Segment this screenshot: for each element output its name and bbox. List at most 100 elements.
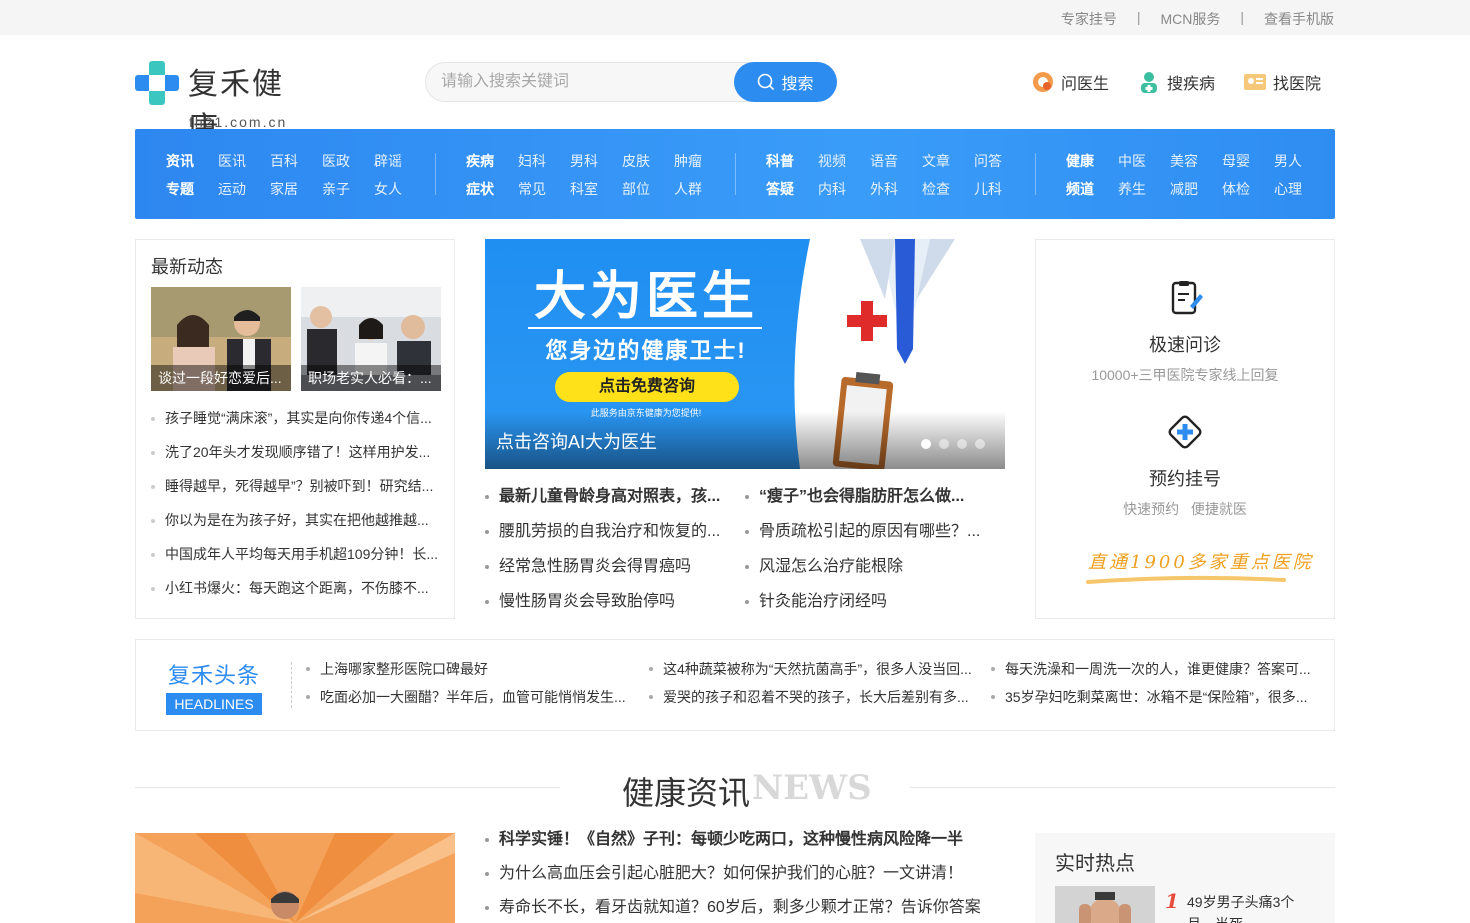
featured-col-left: 最新儿童骨龄身高对照表，孩... 腰肌劳损的自我治疗和恢复的... 经常急性肠胃…: [485, 484, 735, 624]
logo-cross-icon: [135, 61, 179, 105]
category-nav: 资讯 医讯 百科 医政 辟谣 专题 运动 家居 亲子 女人 疾病 妇科 男科 皮…: [135, 129, 1335, 219]
list-item[interactable]: 你以为是在为孩子好，其实在把他越推越...: [151, 510, 443, 544]
list-item[interactable]: 吃面必加一大圈醋？半年后，血管可能悄悄发生...: [306, 683, 632, 711]
list-item[interactable]: 骨质疏松引起的原因有哪些？...: [745, 519, 995, 554]
nav-item[interactable]: 资讯: [166, 151, 218, 171]
nav-row: 科普 视频 语音 文章 问答: [766, 147, 1026, 175]
nav-item[interactable]: 医讯: [218, 151, 270, 171]
nav-item[interactable]: 心理: [1274, 179, 1326, 199]
hot-item-text[interactable]: 49岁男子头痛3个月，当死...: [1187, 891, 1307, 923]
quick-find-hospital[interactable]: 找医院: [1243, 70, 1321, 94]
nav-item[interactable]: 百科: [270, 151, 322, 171]
list-item[interactable]: 孩子睡觉“满床滚”，其实是向你传递4个信...: [151, 408, 443, 442]
news-feature-image[interactable]: [135, 833, 455, 923]
nav-item[interactable]: 科普: [766, 151, 818, 171]
service-fast-consult[interactable]: 极速问诊 10000+三甲医院专家线上回复: [1036, 278, 1334, 385]
nav-item[interactable]: 减肥: [1170, 179, 1222, 199]
promo-banner[interactable]: 大为医生 您身边的健康卫士! 点击免费咨询 此服务由京东健康为您提供! 点击咨询…: [485, 239, 1005, 469]
nav-item[interactable]: 皮肤: [622, 151, 674, 171]
nav-item[interactable]: 中医: [1118, 151, 1170, 171]
list-item[interactable]: 每天洗澡和一周洗一次的人，谁更健康？答案可...: [991, 655, 1317, 683]
list-item[interactable]: 科学实锤！《自然》子刊：每顿少吃两口，这种慢性病风险降一半: [485, 826, 1005, 860]
banner-caption-text: 点击咨询AI大为医生: [496, 432, 658, 452]
nav-item[interactable]: 外科: [870, 179, 922, 199]
banner-rule: [528, 327, 762, 329]
list-item[interactable]: 35岁孕妇吃剩菜离世：冰箱不是“保险箱”，很多...: [991, 683, 1317, 711]
nav-item[interactable]: 部位: [622, 179, 674, 199]
list-item[interactable]: 最新儿童骨龄身高对照表，孩...: [485, 484, 735, 519]
nav-item[interactable]: 男人: [1274, 151, 1326, 171]
nav-item[interactable]: 男科: [570, 151, 622, 171]
top-separator: |: [1136, 9, 1141, 25]
nav-item[interactable]: 内科: [818, 179, 870, 199]
carousel-dot[interactable]: [957, 439, 967, 449]
search-button[interactable]: 搜索: [734, 62, 837, 102]
nav-item[interactable]: 美容: [1170, 151, 1222, 171]
nav-item[interactable]: 母婴: [1222, 151, 1274, 171]
nav-item[interactable]: 运动: [218, 179, 270, 199]
nav-item[interactable]: 医政: [322, 151, 374, 171]
quick-ask-doctor[interactable]: 问医生: [1031, 70, 1109, 94]
nav-item[interactable]: 妇科: [518, 151, 570, 171]
nav-item[interactable]: 家居: [270, 179, 322, 199]
latest-title: 最新动态: [151, 257, 223, 277]
nav-item[interactable]: 疾病: [466, 151, 518, 171]
latest-thumb[interactable]: 职场老实人必看：...: [301, 287, 441, 391]
list-item[interactable]: 爱哭的孩子和忍着不哭的孩子，长大后差别有多...: [649, 683, 975, 711]
nav-item[interactable]: 亲子: [322, 179, 374, 199]
list-item[interactable]: 针灸能治疗闭经吗: [745, 589, 995, 624]
nav-item[interactable]: 答疑: [766, 179, 818, 199]
banner-cta[interactable]: 点击免费咨询: [555, 372, 739, 402]
service-booking[interactable]: 预约挂号 快速预约 便捷就医: [1036, 412, 1334, 519]
nav-item[interactable]: 儿科: [974, 179, 1026, 199]
hot-thumb[interactable]: [1055, 886, 1155, 923]
nav-item[interactable]: 症状: [466, 179, 518, 199]
nav-item[interactable]: 常见: [518, 179, 570, 199]
nav-item[interactable]: 辟谣: [374, 151, 426, 171]
nav-item[interactable]: 语音: [870, 151, 922, 171]
list-item[interactable]: 为什么高血压会引起心脏肥大？如何保护我们的心脏？一文讲清！: [485, 860, 1005, 894]
list-item[interactable]: 经常急性肠胃炎会得胃癌吗: [485, 554, 735, 589]
nav-item[interactable]: 文章: [922, 151, 974, 171]
nav-item[interactable]: 问答: [974, 151, 1026, 171]
carousel-dot[interactable]: [939, 439, 949, 449]
list-item[interactable]: 睡得越早，死得越早”？别被吓到！研究结...: [151, 476, 443, 510]
nav-group-disease: 疾病 妇科 男科 皮肤 肿瘤 症状 常见 科室 部位 人群: [466, 147, 726, 203]
nav-item[interactable]: 专题: [166, 179, 218, 199]
list-item[interactable]: 风湿怎么治疗能根除: [745, 554, 995, 589]
top-link-mcn[interactable]: MCN服务: [1160, 9, 1220, 29]
nav-item[interactable]: 养生: [1118, 179, 1170, 199]
nav-item[interactable]: 频道: [1066, 179, 1118, 199]
nav-row: 疾病 妇科 男科 皮肤 肿瘤: [466, 147, 726, 175]
service-desc: 10000+三甲医院专家线上回复: [1091, 367, 1279, 383]
hospital-slogan[interactable]: 直通1900多家重点医院: [1088, 548, 1314, 574]
nav-item[interactable]: 视频: [818, 151, 870, 171]
nav-item[interactable]: 肿瘤: [674, 151, 726, 171]
list-item[interactable]: 慢性肠胃炎会导致胎停吗: [485, 589, 735, 624]
nav-item[interactable]: 女人: [374, 179, 426, 199]
latest-thumb[interactable]: 谈过一段好恋爱后...: [151, 287, 291, 391]
nav-item[interactable]: 人群: [674, 179, 726, 199]
nav-item[interactable]: 检查: [922, 179, 974, 199]
nav-item[interactable]: 科室: [570, 179, 622, 199]
nav-item[interactable]: 健康: [1066, 151, 1118, 171]
carousel-dot[interactable]: [921, 439, 931, 449]
site-logo[interactable]: 复禾健康 fh21.com.cn: [135, 59, 315, 146]
search-input[interactable]: [441, 63, 721, 101]
nav-item[interactable]: 体检: [1222, 179, 1274, 199]
top-links: 专家挂号 | MCN服务 | 查看手机版: [1061, 9, 1334, 29]
list-item[interactable]: “瘦子”也会得脂肪肝怎么做...: [745, 484, 995, 519]
list-item[interactable]: 寿命长不长，看牙齿就知道？60岁后，剩多少颗才正常？告诉你答案: [485, 894, 1005, 923]
top-link-expert[interactable]: 专家挂号: [1061, 9, 1117, 29]
medical-cross-icon: [1168, 415, 1202, 449]
carousel-dot[interactable]: [975, 439, 985, 449]
list-item[interactable]: 这4种蔬菜被称为“天然抗菌高手”，很多人没当回...: [649, 655, 975, 683]
list-item[interactable]: 洗了20年头才发现顺序错了！这样用护发...: [151, 442, 443, 476]
quick-search-disease[interactable]: 搜疾病: [1137, 70, 1215, 94]
top-link-mobile[interactable]: 查看手机版: [1264, 9, 1334, 29]
list-item[interactable]: 腰肌劳损的自我治疗和恢复的...: [485, 519, 735, 554]
list-item[interactable]: 上海哪家整形医院口碑最好: [306, 655, 632, 683]
list-item[interactable]: 小红书爆火：每天跑这个距离，不伤膝不...: [151, 578, 443, 612]
search-button-label: 搜索: [781, 76, 814, 93]
list-item[interactable]: 中国成年人平均每天用手机超109分钟！长...: [151, 544, 443, 578]
